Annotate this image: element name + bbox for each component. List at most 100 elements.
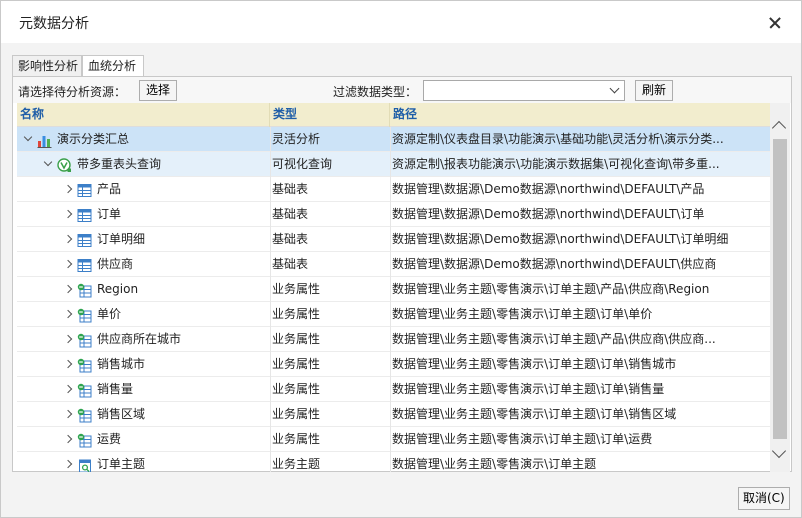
name-cell: 带多重表头查询 [17, 152, 270, 177]
attribute-icon [77, 357, 92, 373]
type-cell: 业务属性 [270, 352, 390, 377]
chevron-right-icon[interactable] [63, 434, 73, 444]
dialog-title: 元数据分析 [19, 16, 89, 32]
name-cell: 运费 [17, 427, 270, 452]
chevron-right-icon[interactable] [63, 384, 73, 394]
column-header-name[interactable]: 名称 [17, 103, 270, 127]
type-cell: 业务属性 [270, 327, 390, 352]
table-icon [77, 257, 92, 272]
lineage-grid: 名称 类型 路径 演示分类汇总 灵活分析 资源定制\仪表盘目录\功能演示\基础功能\… [17, 103, 770, 472]
chevron-right-icon[interactable] [63, 459, 73, 469]
tab-lineage-analysis[interactable]: 血统分析 [82, 55, 144, 77]
table-icon [77, 182, 92, 197]
chevron-right-icon[interactable] [63, 309, 73, 319]
type-cell: 业务属性 [270, 377, 390, 402]
name-cell: 产品 [17, 177, 270, 202]
lineage-panel: 请选择待分析资源： 选择 过滤数据类型： 刷新 名称 类型 路径 演示分类汇总 灵… [12, 76, 792, 472]
type-cell: 业务属性 [270, 402, 390, 427]
type-cell: 基础表 [270, 252, 390, 277]
path-cell: 数据管理\业务主题\零售演示\订单主题\订单\销售城市 [390, 352, 770, 377]
visual-query-icon [57, 157, 72, 172]
scrollbar-thumb[interactable] [773, 139, 787, 439]
attribute-icon [77, 282, 92, 298]
row-name: 单价 [97, 307, 122, 321]
attribute-icon [77, 432, 92, 448]
table-row[interactable]: 单价 业务属性 数据管理\业务主题\零售演示\订单主题\订单\单价 [17, 302, 770, 327]
name-cell: 订单明细 [17, 227, 270, 252]
chevron-right-icon[interactable] [63, 284, 73, 294]
type-cell: 基础表 [270, 227, 390, 252]
vertical-scrollbar[interactable] [770, 103, 790, 472]
attribute-icon [77, 407, 92, 423]
table-row[interactable]: 销售区域 业务属性 数据管理\业务主题\零售演示\订单主题\订单\销售区域 [17, 402, 770, 427]
chevron-right-icon[interactable] [63, 334, 73, 344]
table-row[interactable]: 供应商所在城市 业务属性 数据管理\业务主题\零售演示\订单主题\产品\供应商\供应… [17, 327, 770, 352]
column-header-type[interactable]: 类型 [270, 103, 390, 127]
path-cell: 数据管理\数据源\Demo数据源\northwind\DEFAULT\订单 [390, 202, 770, 227]
name-cell: 销售量 [17, 377, 270, 402]
filter-type-select[interactable] [423, 80, 625, 101]
column-header-path[interactable]: 路径 [390, 103, 770, 127]
cancel-button[interactable]: 取消(C) [738, 487, 790, 510]
table-row[interactable]: 供应商 基础表 数据管理\数据源\Demo数据源\northwind\DEFAULT… [17, 252, 770, 277]
row-name: 销售区域 [97, 407, 146, 421]
table-row[interactable]: Region 业务属性 数据管理\业务主题\零售演示\订单主题\产品\供应商\Reg… [17, 277, 770, 302]
row-name: 带多重表头查询 [77, 157, 162, 171]
attribute-icon [77, 382, 92, 398]
table-row[interactable]: 带多重表头查询 可视化查询 资源定制\报表功能演示\功能演示数据集\可视化查询\带多… [17, 152, 770, 177]
source-label: 请选择待分析资源： [18, 85, 127, 99]
row-name: 订单主题 [97, 457, 146, 471]
chevron-right-icon[interactable] [63, 184, 73, 194]
name-cell: 供应商所在城市 [17, 327, 270, 352]
table-row[interactable]: 订单主题 业务主题 数据管理\业务主题\零售演示\订单主题 [17, 452, 770, 472]
table-row[interactable]: 销售量 业务属性 数据管理\业务主题\零售演示\订单主题\订单\销售量 [17, 377, 770, 402]
refresh-button[interactable]: 刷新 [635, 80, 674, 101]
grid-header: 名称 类型 路径 [17, 103, 770, 127]
row-name: Region [97, 282, 139, 296]
row-name: 产品 [97, 182, 122, 196]
path-cell: 资源定制\仪表盘目录\功能演示\基础功能\灵活分析\演示分类... [390, 127, 770, 152]
row-name: 供应商 [97, 257, 134, 271]
table-row[interactable]: 产品 基础表 数据管理\数据源\Demo数据源\northwind\DEFAULT\… [17, 177, 770, 202]
scroll-down-icon[interactable] [771, 443, 787, 459]
select-resource-button[interactable]: 选择 [139, 80, 178, 101]
table-row[interactable]: 订单明细 基础表 数据管理\数据源\Demo数据源\northwind\DEFAUL… [17, 227, 770, 252]
chevron-right-icon[interactable] [63, 234, 73, 244]
table-row[interactable]: 订单 基础表 数据管理\数据源\Demo数据源\northwind\DEFAULT\… [17, 202, 770, 227]
scroll-up-icon[interactable] [771, 120, 787, 136]
name-cell: 单价 [17, 302, 270, 327]
chevron-right-icon[interactable] [63, 259, 73, 269]
table-row[interactable]: 运费 业务属性 数据管理\业务主题\零售演示\订单主题\订单\运费 [17, 427, 770, 452]
type-cell: 业务属性 [270, 302, 390, 327]
tab-impact-analysis[interactable]: 影响性分析 [12, 55, 82, 77]
name-cell: 销售区域 [17, 402, 270, 427]
path-cell: 数据管理\业务主题\零售演示\订单主题\订单\销售量 [390, 377, 770, 402]
chevron-right-icon[interactable] [63, 409, 73, 419]
close-icon[interactable] [763, 11, 787, 35]
table-row[interactable]: 演示分类汇总 灵活分析 资源定制\仪表盘目录\功能演示\基础功能\灵活分析\演示分类… [17, 127, 770, 152]
chevron-down-icon [609, 83, 620, 94]
name-cell: 销售城市 [17, 352, 270, 377]
path-cell: 数据管理\数据源\Demo数据源\northwind\DEFAULT\供应商 [390, 252, 770, 277]
attribute-icon [77, 307, 92, 323]
bar-chart-icon [37, 132, 52, 148]
table-row[interactable]: 销售城市 业务属性 数据管理\业务主题\零售演示\订单主题\订单\销售城市 [17, 352, 770, 377]
toolbar: 请选择待分析资源： 选择 过滤数据类型： 刷新 [13, 77, 791, 103]
row-name: 供应商所在城市 [97, 332, 182, 346]
name-cell: 演示分类汇总 [17, 127, 270, 152]
chevron-down-icon[interactable] [43, 157, 53, 167]
business-theme-icon [77, 457, 92, 472]
table-icon [77, 232, 92, 247]
chevron-right-icon[interactable] [63, 359, 73, 369]
path-cell: 数据管理\业务主题\零售演示\订单主题\产品\供应商\Region [390, 277, 770, 302]
table-icon [77, 207, 92, 222]
name-cell: 订单 [17, 202, 270, 227]
metadata-analysis-dialog: 元数据分析 影响性分析 血统分析 请选择待分析资源： 选择 过滤数据类型： 刷新… [0, 0, 802, 518]
path-cell: 数据管理\业务主题\零售演示\订单主题\产品\供应商\供应商... [390, 327, 770, 352]
type-cell: 业务属性 [270, 277, 390, 302]
chevron-right-icon[interactable] [63, 209, 73, 219]
path-cell: 数据管理\业务主题\零售演示\订单主题 [390, 452, 770, 472]
chevron-down-icon[interactable] [23, 132, 33, 142]
type-cell: 灵活分析 [270, 127, 390, 152]
row-name: 订单 [97, 207, 122, 221]
